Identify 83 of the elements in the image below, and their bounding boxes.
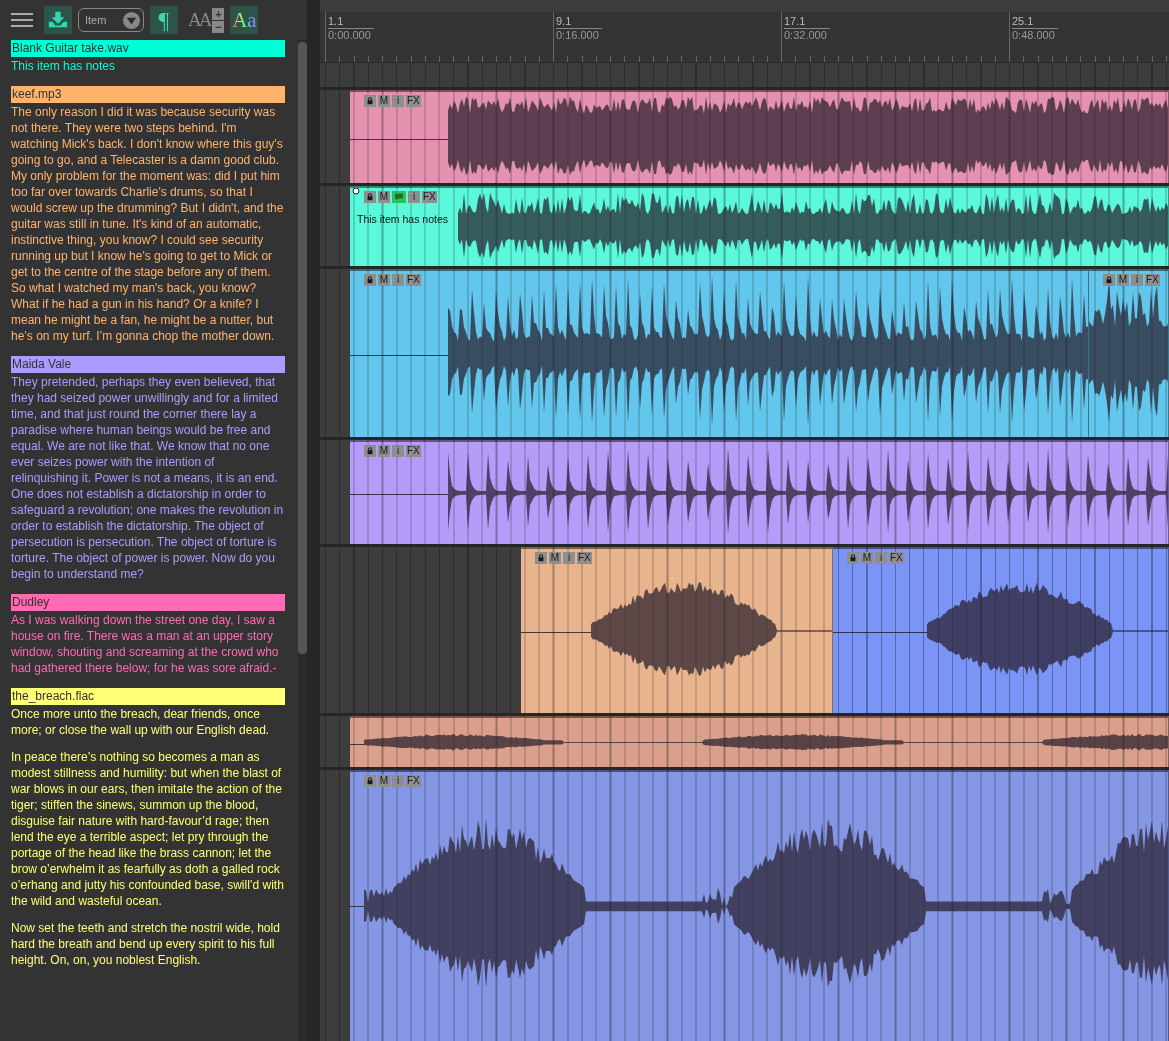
note-title[interactable]: Maida Vale [11, 356, 285, 373]
note-text: The only reason I did it was because security was not there. They were two steps behind. I'm watching Mick's back. I don't know where this guy's going to go, and a Telecaster is a damn good club. My only problem for the moment was: did I put him too far over towards Charlie's drums, so that I would screw up the drumming? But I didn't, and the guitar was still in tune. It's kind of an automatic, instinctive thing, you know? I could see security running up but I know he's going to get to Mick or get to the centre of the stage before any of them. So what I watched my man's back, you know? What if he had a gun in his hand? Or a knife? I mean he might be a fan, he might be a nutter, but he’s on my turf. I’m gonna chop the mother down. [11, 104, 285, 344]
media-item[interactable]: M i FX [350, 269, 1089, 437]
item-header-button[interactable]: M [378, 95, 390, 107]
scrollbar-thumb[interactable] [298, 42, 307, 654]
media-item[interactable]: M i FX [350, 90, 1169, 183]
lock-button[interactable] [364, 191, 376, 203]
media-item[interactable]: M i FX This item has notes [350, 186, 1169, 266]
item-header-button[interactable]: M [1117, 274, 1129, 286]
lock-icon [537, 554, 545, 562]
item-header-button[interactable]: FX [406, 274, 421, 286]
item-header-button[interactable]: M [378, 191, 390, 203]
item-header-button[interactable]: FX [406, 95, 421, 107]
lock-icon [366, 777, 374, 785]
download-tray-button[interactable] [44, 6, 72, 34]
lock-button[interactable] [847, 552, 859, 564]
media-item[interactable]: M i FX [1089, 269, 1169, 437]
item-header-button[interactable]: i [1131, 274, 1143, 286]
time-label: 0:32.000 [784, 29, 828, 42]
timeline-ruler[interactable]: 1.1 0:00.000 9.1 0:16.000 17.1 0:32.000 25.1 0:48.000 [320, 12, 1169, 63]
menu-icon[interactable] [11, 12, 33, 28]
item-header-button[interactable]: i [392, 274, 404, 286]
time-label: 0:48.000 [1012, 29, 1056, 42]
item-header-button[interactable]: M [378, 775, 390, 787]
caret-icon [122, 10, 141, 30]
font-style-button[interactable]: Aa [230, 6, 259, 34]
lock-icon [366, 193, 374, 201]
lock-button[interactable] [1103, 274, 1115, 286]
item-header-button[interactable]: M [378, 445, 390, 457]
item-note-text: This item has notes [357, 213, 449, 225]
item-header-button[interactable]: i [392, 445, 404, 457]
note-title[interactable]: the_breach.flac [11, 688, 285, 705]
bar-label: 1.1 [328, 15, 374, 29]
item-header-button[interactable]: FX [889, 552, 904, 564]
item-header-button[interactable]: i [563, 552, 575, 564]
paragraph-button[interactable]: ¶ [150, 6, 178, 34]
item-header-button[interactable]: i [875, 552, 887, 564]
lock-button[interactable] [364, 95, 376, 107]
lock-icon [366, 97, 374, 105]
item-header-button[interactable]: M [378, 274, 390, 286]
item-header-button[interactable]: FX [406, 775, 421, 787]
decrease-font-button[interactable]: − [212, 20, 225, 33]
notes-button[interactable] [392, 191, 406, 203]
media-item[interactable]: M i FX [350, 770, 1169, 1041]
lock-icon [1105, 276, 1113, 284]
lock-icon [849, 554, 857, 562]
note-text: In peace there’s nothing so becomes a man as modest stillness and humility: but when the blast of war blows in our ears, then imitate the action of the tiger; stiffen the sinews, summon up the blood, disguise fair nature with hard-favour’d rage; then lend the eye a terrible aspect; let pry through the portage of the head like the brass cannon; let the brow o’erwhelm it as fearfully as doth a galled rock o’erhang and jutty his confounded base, swill’d with the wild and wasteful ocean. [11, 749, 285, 909]
time-label: 0:16.000 [556, 29, 600, 42]
view-mode-dropdown[interactable]: Item [78, 8, 144, 32]
bar-label: 17.1 [784, 15, 830, 29]
item-header-button[interactable]: FX [577, 552, 592, 564]
item-header-button[interactable]: M [861, 552, 873, 564]
note-text: Once more unto the breach, dear friends, once more; or close the wall up with our English dead. [11, 706, 271, 738]
lock-button[interactable] [364, 445, 376, 457]
note-title[interactable]: keef.mp3 [11, 86, 285, 103]
item-header-button[interactable]: i [408, 191, 420, 203]
item-header-button[interactable]: FX [1145, 274, 1160, 286]
lock-button[interactable] [535, 552, 547, 564]
fade-handle[interactable] [352, 188, 360, 195]
note-text: Now set the teeth and stretch the nostril wide, hold hard the breath and bend up every spirit to his full height. On, on, you noblest English. [11, 920, 281, 968]
lock-icon [366, 276, 374, 284]
note-text: They pretended, perhaps they even believed, that they had seized power unwillingly and for a limited time, and that just round the corner there lay a paradise where human beings would be free and equal. We are not like that. We know that no one ever seizes power with the intention of relinquishing it. Power is not a means, it is an end. One does not establish a dictatorship in order to safeguard a revolution; one makes the revolution in order to establish the dictatorship. The object of persecution is persecution. The object of torture is torture. The object of power is power. Now do you begin to understand me? [11, 374, 285, 582]
media-item[interactable]: M i FX [350, 440, 1169, 544]
lock-button[interactable] [364, 274, 376, 286]
item-header-button[interactable]: i [392, 775, 404, 787]
media-item[interactable]: M i FX [521, 547, 833, 713]
item-header-button[interactable]: M [549, 552, 561, 564]
lock-button[interactable] [364, 775, 376, 787]
note-title[interactable]: Dudley [11, 594, 285, 611]
note-title[interactable]: Blank Guitar take.wav [11, 40, 285, 57]
lock-icon [366, 447, 374, 455]
item-header-button[interactable]: i [392, 95, 404, 107]
item-header-button[interactable]: FX [406, 445, 421, 457]
note-text: This item has notes [11, 58, 117, 74]
item-header-button[interactable]: FX [422, 191, 437, 203]
speech-bubble-icon [394, 193, 404, 201]
time-label: 0:00.000 [328, 29, 372, 42]
font-size-label: AA [188, 9, 210, 31]
bar-label: 25.1 [1012, 15, 1058, 29]
bar-label: 9.1 [556, 15, 602, 29]
media-item[interactable]: M i FX [833, 547, 1169, 713]
note-text: As I was walking down the street one day, I saw a house on fire. There was a man at an upper story window, shouting and screaming at the crowd who had gathered there below; for he was sore afraid.- [11, 612, 280, 676]
increase-font-button[interactable]: + [212, 7, 225, 20]
